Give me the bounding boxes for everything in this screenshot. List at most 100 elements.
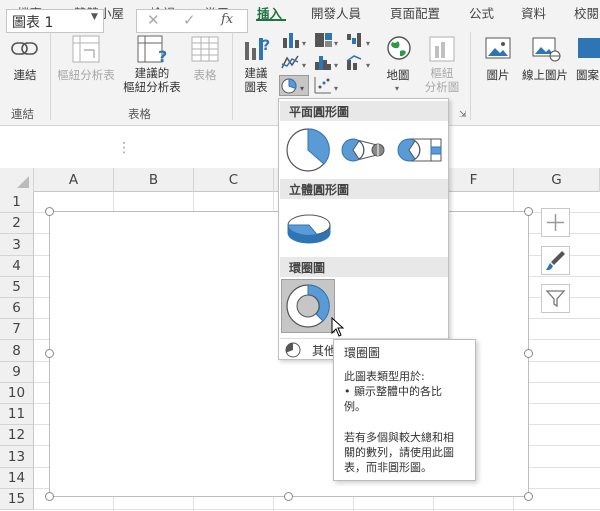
pie-chart-button[interactable]: ▾ bbox=[279, 75, 309, 96]
name-box[interactable]: 圖表 1 ▼ bbox=[6, 9, 104, 33]
column-header[interactable]: B bbox=[114, 168, 194, 192]
icons-button[interactable]: 圖案 bbox=[576, 34, 600, 94]
column-chart-button[interactable]: ▾ bbox=[280, 30, 310, 50]
svg-text:?: ? bbox=[262, 38, 270, 54]
statistic-chart-button[interactable]: ▾ bbox=[312, 52, 342, 72]
chart-elements-button[interactable] bbox=[541, 208, 570, 237]
row-header[interactable]: 7 bbox=[0, 319, 34, 340]
svg-text:▾: ▾ bbox=[334, 84, 338, 93]
link-icon bbox=[11, 42, 38, 55]
map-button[interactable]: 地圖 ▾ bbox=[378, 34, 418, 96]
formula-buttons: ✕ ✓ fx bbox=[136, 9, 248, 33]
row-header[interactable]: 15 bbox=[0, 489, 34, 510]
paintbrush-icon bbox=[546, 251, 565, 271]
row-header[interactable]: 10 bbox=[0, 383, 34, 404]
link-label: 連結 bbox=[13, 68, 37, 82]
resize-dots-icon[interactable]: ⋮ bbox=[117, 140, 131, 156]
row-header[interactable]: 12 bbox=[0, 425, 34, 446]
hierarchy-chart-button[interactable]: ▾ bbox=[312, 30, 342, 50]
picture-button[interactable]: 圖片 bbox=[478, 34, 518, 94]
recommended-charts-icon: ? bbox=[245, 38, 270, 60]
chevron-down-icon[interactable]: ▼ bbox=[91, 12, 98, 22]
link-button[interactable]: 連結 bbox=[6, 34, 44, 94]
treemap-icon: ▾ bbox=[315, 33, 338, 48]
gallery-item-3d-pie[interactable] bbox=[284, 203, 334, 253]
row-header[interactable]: 2 bbox=[0, 213, 34, 234]
row-header[interactable]: 6 bbox=[0, 298, 34, 319]
row-gridline bbox=[34, 509, 600, 510]
doughnut-icon bbox=[286, 284, 330, 328]
filter-icon bbox=[545, 290, 566, 308]
table-button[interactable]: 表格 bbox=[186, 34, 224, 94]
pivot-chart-icon bbox=[429, 36, 455, 62]
online-picture-label: 線上圖片 bbox=[522, 68, 568, 82]
chart-filters-button[interactable] bbox=[541, 284, 570, 313]
tab-developer[interactable]: 開發人員 bbox=[311, 3, 361, 22]
resize-handle[interactable] bbox=[45, 207, 54, 216]
globe-icon bbox=[387, 36, 411, 60]
section-header-doughnut: 環圈圖 bbox=[280, 257, 448, 277]
waterfall-chart-button[interactable]: ▾ bbox=[344, 30, 374, 50]
resize-handle[interactable] bbox=[45, 349, 54, 358]
pivot-table-button[interactable]: 樞紐分析表 bbox=[54, 34, 118, 94]
column-header[interactable]: G bbox=[514, 168, 600, 192]
gallery-item-doughnut[interactable] bbox=[281, 279, 335, 333]
section-header-3d-pie: 立體圓形圖 bbox=[280, 179, 448, 199]
recommended-charts-label-1: 建議 bbox=[244, 66, 268, 80]
row-header[interactable]: 9 bbox=[0, 362, 34, 383]
row-header[interactable]: 11 bbox=[0, 404, 34, 425]
mouse-cursor-icon bbox=[331, 317, 345, 337]
tab-review[interactable]: 校閱 bbox=[574, 3, 599, 22]
gallery-item-pie[interactable] bbox=[284, 125, 332, 175]
row-header[interactable]: 14 bbox=[0, 468, 34, 489]
group-separator bbox=[50, 32, 51, 120]
dialog-launcher-icon[interactable]: ⇲ bbox=[459, 110, 467, 120]
resize-handle[interactable] bbox=[524, 492, 533, 501]
waterfall-icon: ▾ bbox=[347, 33, 370, 48]
gallery-item-pie-of-pie[interactable] bbox=[339, 125, 389, 175]
gallery-item-bar-of-pie[interactable] bbox=[393, 125, 445, 175]
recommended-charts-button[interactable]: ? 建議 圖表 bbox=[236, 34, 276, 96]
select-all-corner[interactable] bbox=[0, 168, 34, 192]
active-tab-indicator bbox=[256, 19, 286, 21]
svg-text:▾: ▾ bbox=[302, 61, 306, 70]
table-icon bbox=[191, 36, 219, 62]
pie-chart-gallery: 平面圓形圖 立體圓形圖 環圈圖 其他 bbox=[278, 98, 449, 360]
tooltip-title: 環圈圖 bbox=[344, 346, 381, 360]
online-picture-button[interactable]: 線上圖片 bbox=[518, 34, 572, 94]
combo-chart-button[interactable]: ▾ bbox=[344, 52, 374, 72]
column-chart-icon: ▾ bbox=[283, 33, 306, 48]
recommended-charts-label-2: 圖表 bbox=[244, 80, 268, 94]
insert-function-icon[interactable]: fx bbox=[221, 12, 233, 27]
scatter-chart-button[interactable]: ▾ bbox=[312, 75, 342, 95]
pivot-chart-label-1: 樞紐 bbox=[430, 66, 454, 80]
cancel-icon[interactable]: ✕ bbox=[147, 11, 160, 29]
row-header[interactable]: 8 bbox=[0, 340, 34, 362]
resize-handle[interactable] bbox=[524, 207, 533, 216]
tab-formulas[interactable]: 公式 bbox=[469, 3, 494, 22]
picture-label: 圖片 bbox=[486, 68, 510, 82]
column-header[interactable]: C bbox=[194, 168, 274, 192]
svg-text:▾: ▾ bbox=[300, 84, 304, 93]
recommended-pivot-button[interactable]: ? 建議的 樞紐分析表 bbox=[120, 34, 184, 96]
tab-data[interactable]: 資料 bbox=[521, 3, 546, 22]
pivot-chart-button[interactable]: 樞紐 分析圖 bbox=[420, 34, 464, 96]
table-label: 表格 bbox=[193, 68, 217, 82]
row-header[interactable]: 5 bbox=[0, 277, 34, 298]
column-header[interactable]: A bbox=[34, 168, 114, 192]
tab-page-layout[interactable]: 頁面配置 bbox=[390, 3, 440, 22]
name-box-value: 圖表 1 bbox=[12, 15, 54, 31]
chart-styles-button[interactable] bbox=[541, 246, 570, 275]
tooltip-spacer bbox=[344, 414, 465, 430]
resize-handle[interactable] bbox=[284, 492, 293, 501]
row-header[interactable]: 3 bbox=[0, 234, 34, 256]
enter-check-icon[interactable]: ✓ bbox=[183, 11, 196, 29]
plus-icon bbox=[547, 214, 564, 231]
line-chart-button[interactable]: ▾ bbox=[280, 52, 310, 72]
svg-text:?: ? bbox=[158, 47, 167, 64]
row-header[interactable]: 13 bbox=[0, 446, 34, 468]
resize-handle[interactable] bbox=[45, 492, 54, 501]
row-header[interactable]: 1 bbox=[0, 192, 34, 213]
row-header[interactable]: 4 bbox=[0, 256, 34, 277]
resize-handle[interactable] bbox=[524, 349, 533, 358]
